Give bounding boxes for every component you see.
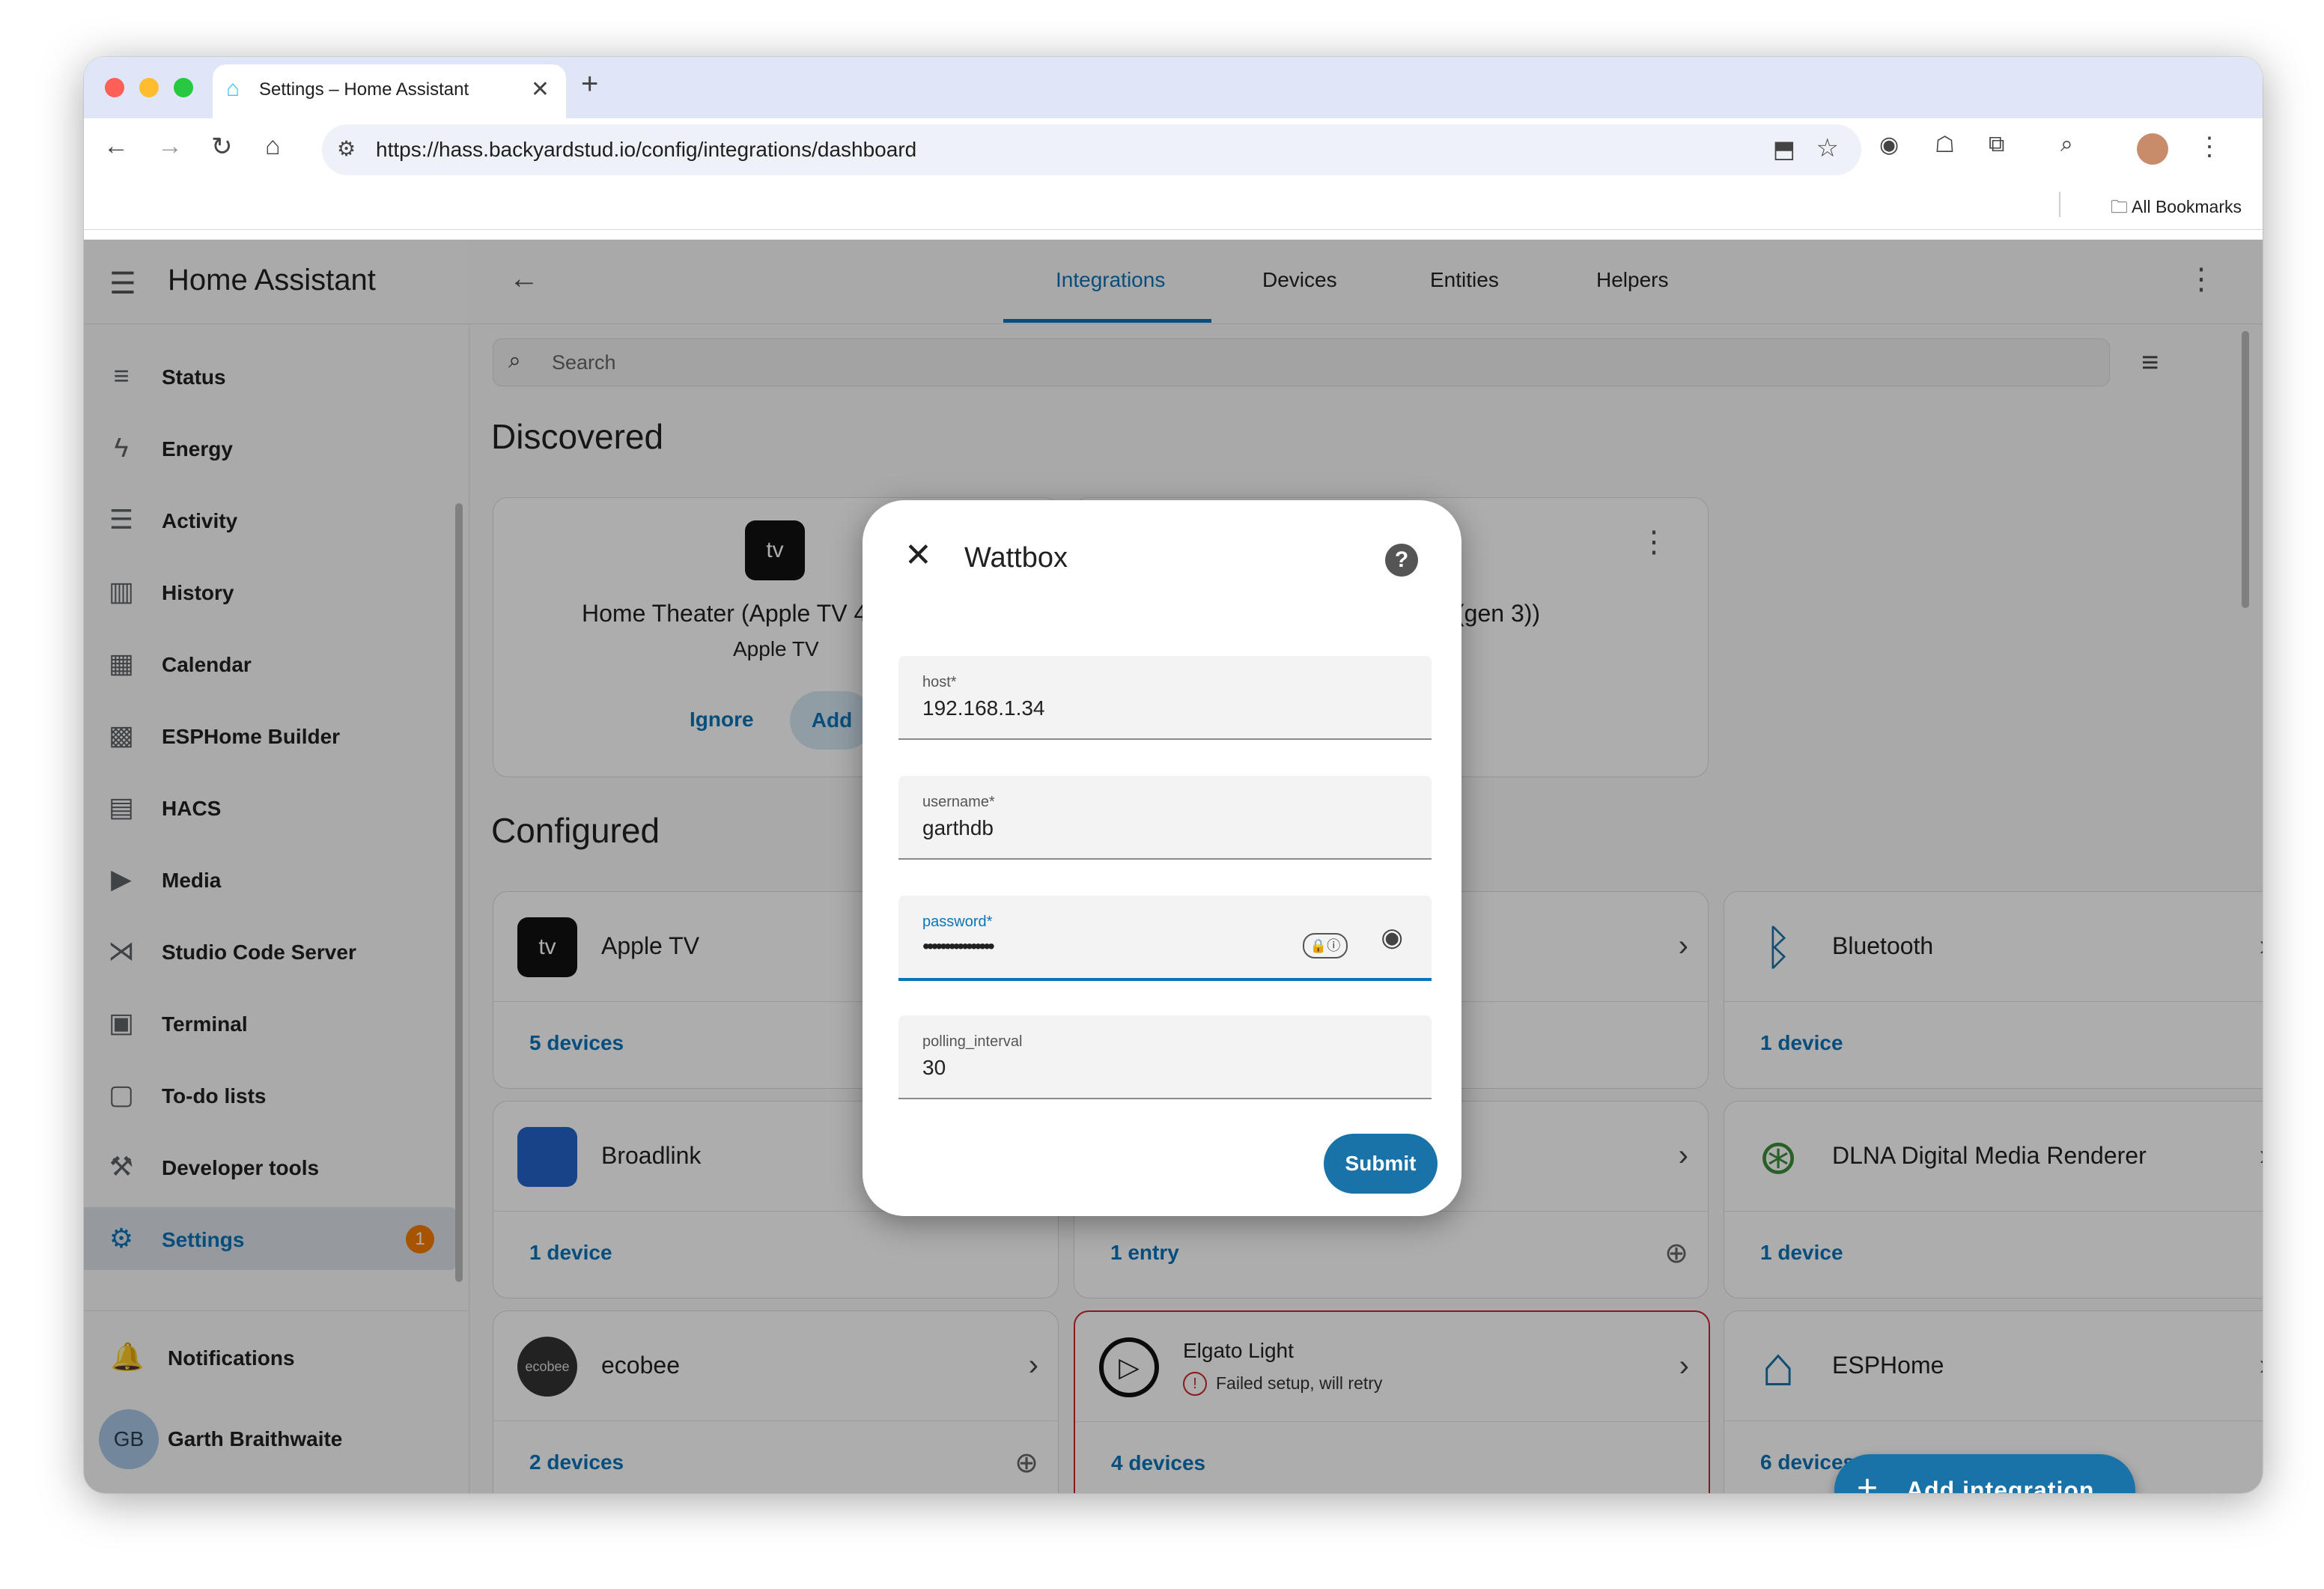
help-icon[interactable]: ? bbox=[1385, 544, 1418, 577]
address-bar[interactable]: ⚙ https://hass.backyardstud.io/config/in… bbox=[322, 124, 1861, 175]
home-assistant-favicon-icon: ⌂ bbox=[226, 76, 240, 101]
home-icon[interactable]: ⌂ bbox=[265, 132, 281, 161]
browser-menu-icon[interactable]: ⋮ bbox=[2197, 132, 2222, 162]
all-bookmarks-label: All Bookmarks bbox=[2132, 197, 2242, 216]
maximize-window-button[interactable] bbox=[174, 78, 193, 97]
robot-extension-icon[interactable]: ☖ bbox=[1935, 132, 1955, 158]
password-field[interactable]: password* •••••••••••••••• 🔒ⓘ ◉ bbox=[898, 896, 1432, 981]
minimize-window-button[interactable] bbox=[139, 78, 159, 97]
eye-icon[interactable]: ◉ bbox=[1381, 923, 1403, 953]
add-integration-label: Add integration bbox=[1906, 1477, 2095, 1493]
add-integration-button[interactable]: + Add integration bbox=[1834, 1454, 2135, 1493]
submit-button[interactable]: Submit bbox=[1324, 1134, 1438, 1194]
url-text: https://hass.backyardstud.io/config/inte… bbox=[376, 138, 917, 161]
field-label: username* bbox=[922, 794, 995, 810]
install-app-icon[interactable]: ⬒ bbox=[1773, 135, 1795, 163]
password-manager-icon[interactable]: ◉ bbox=[1879, 132, 1899, 158]
browser-toolbar: ← → ↻ ⌂ ⚙ https://hass.backyardstud.io/c… bbox=[84, 118, 2263, 181]
host-field[interactable]: host* 192.168.1.34 bbox=[898, 656, 1432, 740]
bookmark-star-icon[interactable]: ☆ bbox=[1816, 133, 1839, 163]
tab-title: Settings – Home Assistant bbox=[259, 79, 469, 100]
tab-search-icon[interactable]: ⌕ bbox=[2060, 132, 2073, 157]
dialog-title: Wattbox bbox=[964, 542, 1068, 574]
new-tab-icon[interactable]: + bbox=[581, 67, 598, 101]
field-value: 30 bbox=[922, 1056, 946, 1079]
folder-icon: 🗀 bbox=[2110, 197, 2132, 216]
field-value: garthdb bbox=[922, 816, 994, 839]
password-manager-icon[interactable]: 🔒ⓘ bbox=[1303, 933, 1348, 958]
tab-close-icon[interactable]: ✕ bbox=[531, 76, 550, 103]
field-label: host* bbox=[922, 674, 957, 690]
close-window-button[interactable] bbox=[105, 78, 124, 97]
field-value: •••••••••••••••• bbox=[922, 935, 995, 958]
plus-icon: + bbox=[1857, 1468, 1879, 1493]
back-arrow-icon[interactable]: ← bbox=[103, 132, 129, 161]
bookmarks-bar: 🗀 All Bookmarks bbox=[84, 181, 2263, 230]
polling-interval-field[interactable]: polling_interval 30 bbox=[898, 1015, 1432, 1099]
tab-bar: ⌂ Settings – Home Assistant ✕ + bbox=[84, 57, 2263, 118]
all-bookmarks-button[interactable]: 🗀 All Bookmarks bbox=[2111, 195, 2242, 224]
close-icon[interactable]: ✕ bbox=[904, 536, 932, 574]
browser-tab[interactable]: ⌂ Settings – Home Assistant ✕ bbox=[213, 64, 566, 118]
config-flow-dialog: ✕ Wattbox ? host* 192.168.1.34 username*… bbox=[863, 500, 1461, 1216]
field-value: 192.168.1.34 bbox=[922, 696, 1045, 720]
forward-arrow-icon[interactable]: → bbox=[157, 132, 183, 161]
site-settings-icon[interactable]: ⚙ bbox=[337, 136, 356, 161]
field-label: password* bbox=[922, 914, 993, 930]
reload-icon[interactable]: ↻ bbox=[211, 132, 233, 162]
extensions-icon[interactable]: ⧉ bbox=[1989, 132, 2004, 157]
field-label: polling_interval bbox=[922, 1033, 1023, 1050]
profile-avatar[interactable] bbox=[2137, 133, 2168, 165]
username-field[interactable]: username* garthdb bbox=[898, 776, 1432, 860]
